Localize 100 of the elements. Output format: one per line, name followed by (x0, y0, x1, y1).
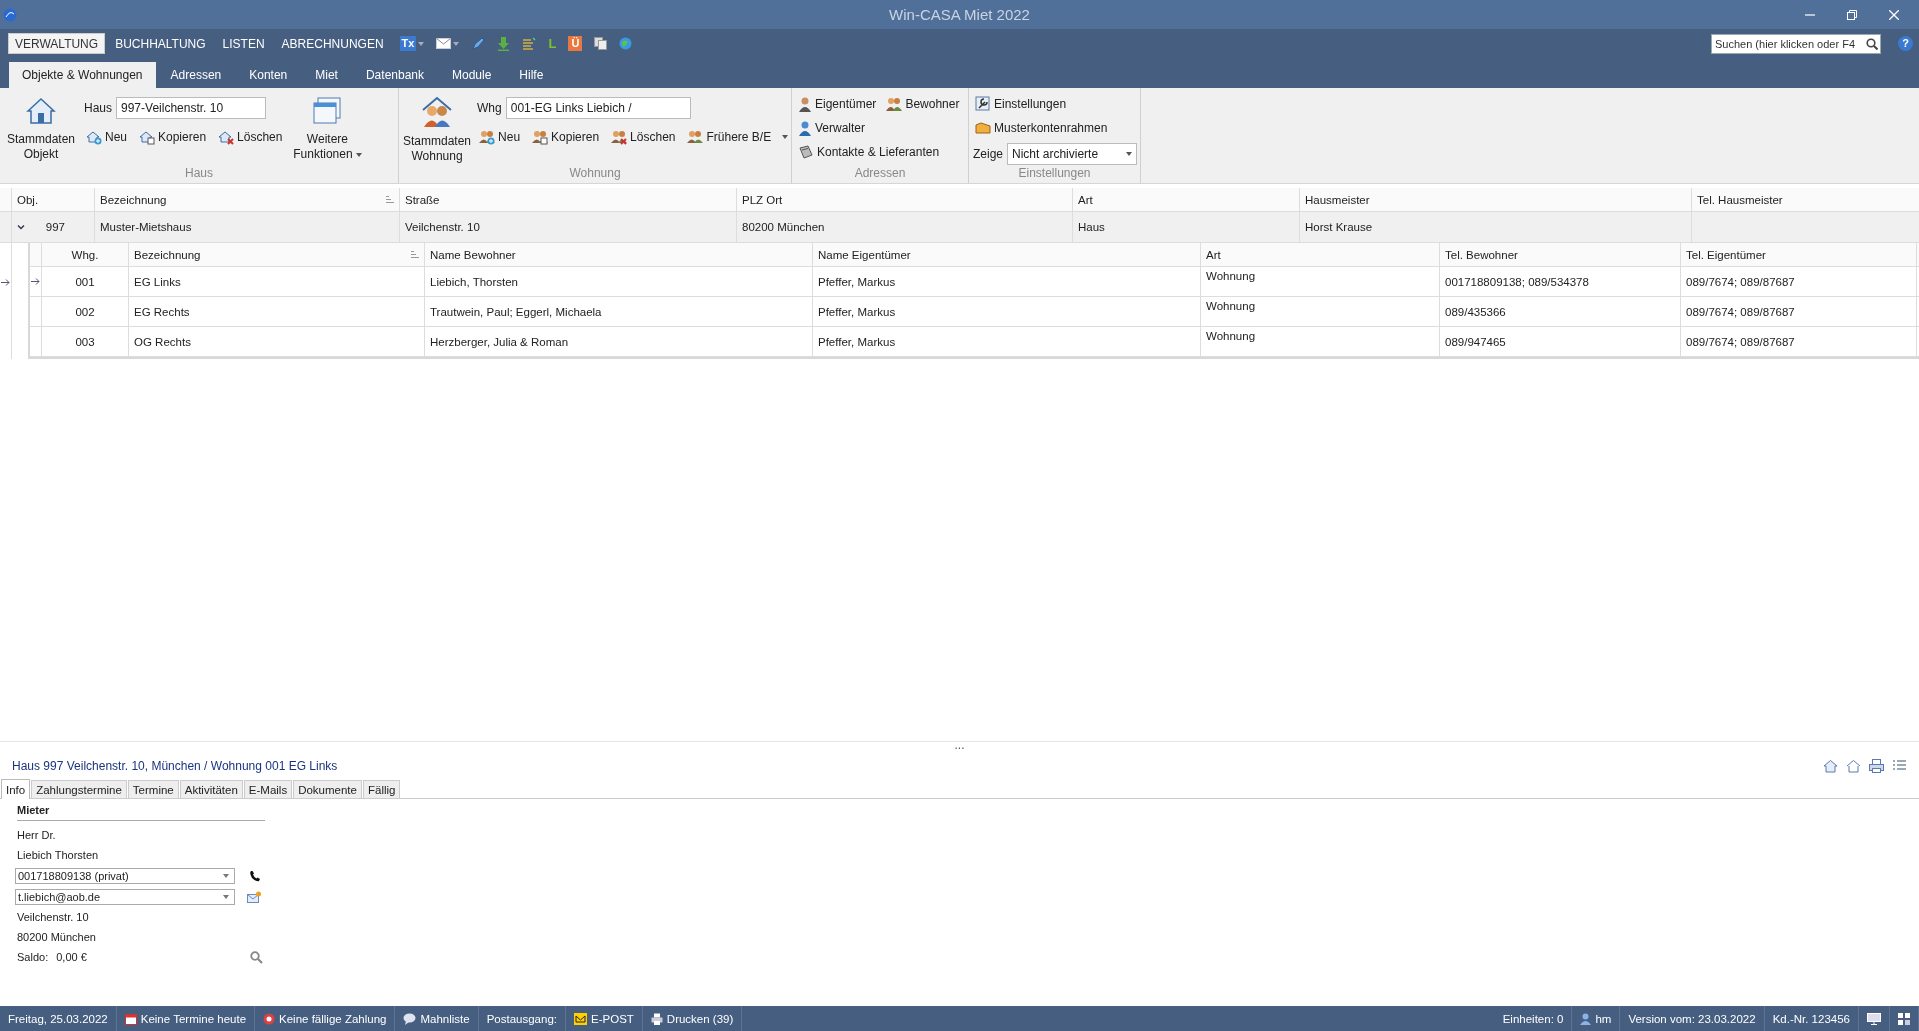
status-text: Kd.-Nr. 123456 (1772, 1012, 1850, 1025)
toolbar-button[interactable]: Löschen (609, 128, 678, 146)
tab[interactable]: E-Mails (243, 780, 293, 798)
house-outline-icon[interactable] (1846, 759, 1861, 773)
ribbon-button[interactable]: Stammdaten Wohnung (403, 93, 472, 166)
people-delete-icon[interactable] (611, 129, 628, 145)
tab[interactable]: Fällig (362, 780, 401, 798)
close-icon[interactable] (1889, 9, 1899, 20)
people-plus-icon[interactable] (479, 129, 496, 145)
status-item[interactable]: hm (1595, 1012, 1612, 1025)
tab[interactable]: Info (1, 779, 31, 799)
toolbar-button[interactable]: Frühere B/E (685, 128, 791, 146)
table-cell: 089/435366 (1445, 305, 1506, 318)
ribbon-tab[interactable]: Objekte & Wohnungen (9, 62, 156, 88)
column-header[interactable]: Obj. (12, 188, 95, 211)
toolbar-button[interactable]: Löschen (216, 128, 285, 146)
people-group-icon[interactable] (687, 129, 704, 145)
people-icon[interactable] (886, 96, 903, 112)
house-plus-icon[interactable] (86, 129, 102, 145)
toolbar-button[interactable]: Kopieren (530, 128, 602, 146)
column-header[interactable]: Tel. Eigentümer (1681, 243, 1917, 266)
house-delete-icon[interactable] (218, 129, 235, 145)
column-header[interactable]: Whg. (42, 243, 129, 266)
menu-item[interactable]: ABRECHNUNGEN (274, 33, 391, 54)
caret-icon (355, 152, 362, 157)
tab[interactable]: Dokumente (293, 780, 362, 798)
column-header[interactable]: Tel. Bewohner (1440, 243, 1681, 266)
tab[interactable]: Zahlungstermine (31, 780, 127, 798)
table-cell: Liebich, Thorsten (430, 275, 518, 288)
toolbar-button[interactable]: Neu (84, 128, 129, 146)
toolbar-button[interactable]: Musterkontenrahmen (973, 119, 1138, 137)
caret-icon[interactable] (453, 41, 460, 46)
column-header[interactable]: Art (1201, 243, 1440, 266)
toolbar-button[interactable]: Neu (477, 128, 523, 146)
table-cell: OG Rechts (134, 335, 191, 348)
download-icon[interactable] (497, 36, 511, 51)
settings-icon[interactable] (975, 96, 991, 112)
person-icon[interactable] (798, 96, 812, 112)
column-header[interactable]: Name Bewohner (425, 243, 813, 266)
text-tool-button[interactable]: Tx (399, 36, 417, 51)
ribbon-tab[interactable]: Konten (236, 62, 301, 88)
pen-icon[interactable] (471, 36, 486, 51)
list-icon[interactable] (522, 36, 537, 51)
search-field[interactable]: Suchen (hier klicken oder F4 (1711, 33, 1881, 54)
toolbar-button[interactable]: Kopieren (137, 128, 209, 146)
status-item[interactable]: Mahnliste (420, 1012, 470, 1025)
toolbar-button[interactable]: Bewohner (884, 95, 962, 113)
status-item[interactable]: Keine Termine heute (140, 1012, 247, 1025)
person-icon[interactable] (798, 120, 812, 136)
caret-icon[interactable] (418, 41, 425, 46)
column-header[interactable]: Hausmeister (1300, 188, 1692, 211)
ribbon-tab[interactable]: Datenbank (352, 62, 437, 88)
grid-icon[interactable] (1898, 1012, 1910, 1025)
restore-icon[interactable] (1847, 9, 1857, 20)
column-header[interactable]: Art (1073, 188, 1300, 211)
ribbon-button[interactable]: Weitere Funktionen (290, 93, 365, 166)
ribbon-tab[interactable]: Adressen (157, 62, 235, 88)
house-copy-icon[interactable] (139, 129, 155, 145)
toolbar-button[interactable]: Einstellungen (973, 95, 1138, 113)
search-icon[interactable] (1866, 37, 1878, 50)
menu-item[interactable]: BUCHHALTUNG (108, 33, 213, 54)
column-header[interactable]: Tel. Hausmeister (1692, 188, 1919, 211)
status-item[interactable]: E-POST (591, 1012, 634, 1025)
copy-icon[interactable] (594, 37, 608, 50)
filter-dropdown[interactable]: Nicht archivierte (1007, 143, 1138, 165)
column-header[interactable]: PLZ Ort (737, 188, 1073, 211)
column-header[interactable]: Straße (400, 188, 737, 211)
folder-icon[interactable] (975, 120, 991, 136)
people-copy-icon[interactable] (532, 129, 549, 145)
globe-icon[interactable] (619, 37, 633, 50)
splitter-handle[interactable]: ... (0, 742, 1919, 752)
mail-icon[interactable] (247, 890, 261, 903)
status-item[interactable]: Drucken (39) (666, 1012, 734, 1025)
tab[interactable]: Aktivitäten (179, 780, 243, 798)
email-dropdown[interactable]: t.liebich@aob.de (15, 888, 235, 905)
status-item[interactable]: Keine fällige Zahlung (279, 1012, 387, 1025)
toolbar-button[interactable]: Verwalter (796, 119, 962, 137)
column-header[interactable]: Name Eigentümer (813, 243, 1201, 266)
column-header[interactable]: Bezeichnung (129, 243, 425, 266)
monitor-icon[interactable] (1867, 1012, 1881, 1025)
menu-item[interactable]: LISTEN (215, 33, 272, 54)
mail-icon[interactable] (436, 38, 452, 49)
phone-dropdown[interactable]: 001718809138 (privat) (15, 867, 235, 884)
tab[interactable]: Termine (127, 780, 179, 798)
ribbon-tab[interactable]: Hilfe (506, 62, 557, 88)
ribbon-tab[interactable]: Module (439, 62, 505, 88)
ribbon-tab[interactable]: Miet (302, 62, 351, 88)
toolbar-button[interactable]: Eigentümer (796, 95, 879, 113)
menu-item[interactable]: VERWALTUNG (8, 33, 106, 54)
printer-icon[interactable] (1869, 759, 1884, 773)
house-icon[interactable] (1823, 759, 1838, 773)
toolbar-button[interactable]: Kontakte & Lieferanten (796, 143, 962, 161)
house-field[interactable]: 997-Veilchenstr. 10 (116, 97, 266, 119)
phone-icon[interactable] (249, 869, 261, 882)
column-header[interactable]: Bezeichnung (95, 188, 400, 211)
ribbon-button[interactable]: Stammdaten Objekt (4, 93, 78, 166)
apartment-field[interactable]: 001-EG Links Liebich / (505, 97, 691, 119)
help-button[interactable]: ? (1898, 36, 1913, 51)
house-icon (26, 96, 56, 126)
collapse-icon[interactable] (17, 223, 25, 231)
